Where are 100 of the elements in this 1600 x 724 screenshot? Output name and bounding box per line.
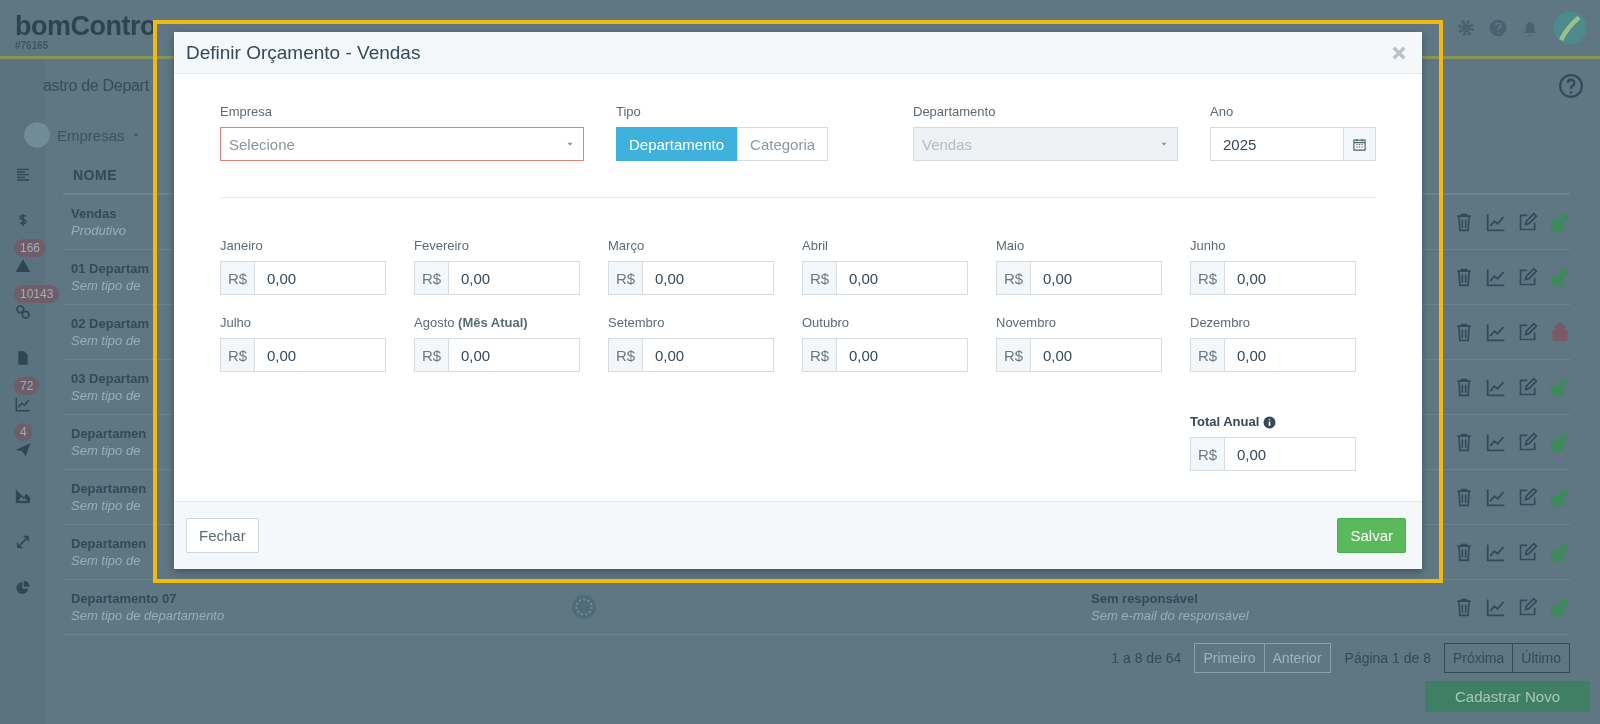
edit-icon[interactable]	[1518, 212, 1538, 232]
department-type: Sem tipo de	[71, 497, 141, 514]
trash-icon[interactable]	[1454, 597, 1474, 617]
department-type: Sem tipo de	[71, 387, 141, 404]
currency-prefix: R$	[1190, 261, 1224, 295]
department-type: Sem tipo de	[71, 552, 141, 569]
line-chart-icon[interactable]	[14, 396, 31, 412]
unlocked-lock-icon[interactable]	[1550, 377, 1570, 397]
amount-input[interactable]: 0,00	[448, 261, 580, 295]
edit-icon[interactable]	[1518, 377, 1538, 397]
unlocked-lock-icon[interactable]	[1550, 432, 1570, 452]
close-button[interactable]: Fechar	[186, 518, 259, 553]
line-chart-icon[interactable]	[1486, 267, 1506, 287]
month-label: Junho	[1190, 238, 1227, 254]
paper-plane-icon[interactable]	[14, 442, 31, 458]
month-label: Agosto (Mês Atual)	[414, 315, 529, 331]
amount-input[interactable]: 0,00	[1030, 338, 1162, 372]
edit-icon[interactable]	[1518, 432, 1538, 452]
line-chart-icon[interactable]	[1486, 377, 1506, 397]
trash-icon[interactable]	[1454, 212, 1474, 232]
line-chart-icon[interactable]	[1486, 322, 1506, 342]
count-badge: 10143	[14, 285, 60, 303]
info-icon[interactable]	[1263, 415, 1277, 429]
total-label: Total Anual	[1190, 414, 1260, 430]
currency-prefix: R$	[608, 338, 642, 372]
amount-input[interactable]: 0,00	[642, 338, 774, 372]
month-label: Dezembro	[1190, 315, 1251, 331]
month-label: Abril	[802, 238, 829, 254]
trash-icon[interactable]	[1454, 432, 1474, 452]
help-icon[interactable]	[1558, 73, 1584, 99]
month-label: Julho	[220, 315, 253, 331]
currency-prefix: R$	[414, 261, 448, 295]
edit-icon[interactable]	[1518, 487, 1538, 507]
edit-icon[interactable]	[1518, 267, 1538, 287]
field-label: Tipo	[616, 104, 642, 120]
month-label: Janeiro	[220, 238, 264, 254]
amount-input[interactable]: 0,00	[1224, 261, 1356, 295]
avatar-icon[interactable]	[1552, 10, 1588, 46]
currency-prefix: R$	[996, 338, 1030, 372]
edit-icon[interactable]	[1518, 322, 1538, 342]
currency-prefix: R$	[608, 261, 642, 295]
count-badge: 4	[14, 423, 33, 441]
amount-input[interactable]: 0,00	[642, 261, 774, 295]
department-type: Sem tipo de	[71, 442, 141, 459]
currency-prefix: R$	[220, 261, 254, 295]
list-icon[interactable]	[14, 166, 31, 182]
currency-prefix: R$	[1190, 338, 1224, 372]
currency-prefix: R$	[996, 261, 1030, 295]
department-type: Sem tipo de departamento	[71, 607, 225, 624]
responsible-email: Sem e-mail do responsável	[1091, 607, 1249, 624]
field-label: Departamento	[913, 104, 997, 120]
currency-prefix: R$	[220, 338, 254, 372]
amount-input[interactable]: 0,00	[448, 338, 580, 372]
department-type: Sem tipo de	[71, 332, 141, 349]
line-chart-icon[interactable]	[1486, 597, 1506, 617]
year-input[interactable]: 2025	[1210, 127, 1344, 161]
month-label: Novembro	[996, 315, 1057, 331]
amount-input[interactable]: 0,00	[836, 338, 968, 372]
amount-input[interactable]: 0,00	[1224, 338, 1356, 372]
lock-icon[interactable]	[1550, 322, 1570, 342]
month-label: Fevereiro	[414, 238, 470, 254]
field-label: Ano	[1210, 104, 1235, 120]
currency-prefix: R$	[414, 338, 448, 372]
pie-chart-icon[interactable]	[14, 580, 31, 596]
currency-prefix: R$	[802, 261, 836, 295]
link-icon[interactable]	[14, 304, 31, 320]
currency-prefix: R$	[802, 338, 836, 372]
modal-title: Definir Orçamento - Vendas	[186, 41, 421, 64]
unlocked-lock-icon[interactable]	[1550, 597, 1570, 617]
trash-icon[interactable]	[1454, 322, 1474, 342]
calendar-icon	[1352, 136, 1367, 152]
trash-icon[interactable]	[1454, 377, 1474, 397]
calendar-button[interactable]	[1344, 127, 1376, 161]
amount-input[interactable]: 0,00	[254, 338, 386, 372]
count-badge: 72	[14, 377, 40, 395]
unlocked-lock-icon[interactable]	[1550, 267, 1570, 287]
trash-icon[interactable]	[1454, 542, 1474, 562]
expand-icon[interactable]	[14, 534, 31, 550]
trash-icon[interactable]	[1454, 487, 1474, 507]
unlocked-lock-icon[interactable]	[1550, 212, 1570, 232]
unlocked-lock-icon[interactable]	[1550, 542, 1570, 562]
field-label: Empresa	[220, 104, 274, 120]
line-chart-icon[interactable]	[1486, 487, 1506, 507]
month-label: Março	[608, 238, 646, 254]
line-chart-icon[interactable]	[1486, 212, 1506, 232]
amount-input[interactable]: 0,00	[836, 261, 968, 295]
amount-input[interactable]: 0,00	[1030, 261, 1162, 295]
month-label: Maio	[996, 238, 1026, 254]
line-chart-icon[interactable]	[1486, 432, 1506, 452]
line-chart-icon[interactable]	[1486, 542, 1506, 562]
unlocked-lock-icon[interactable]	[1550, 487, 1570, 507]
amount-input[interactable]: 0,00	[254, 261, 386, 295]
month-label: Setembro	[608, 315, 666, 331]
department-type: Produtivo	[71, 222, 126, 239]
area-chart-icon[interactable]	[14, 488, 31, 504]
month-label: Outubro	[802, 315, 850, 331]
trash-icon[interactable]	[1454, 267, 1474, 287]
amount-input[interactable]: 0,00	[1224, 437, 1356, 471]
edit-icon[interactable]	[1518, 542, 1538, 562]
edit-icon[interactable]	[1518, 597, 1538, 617]
